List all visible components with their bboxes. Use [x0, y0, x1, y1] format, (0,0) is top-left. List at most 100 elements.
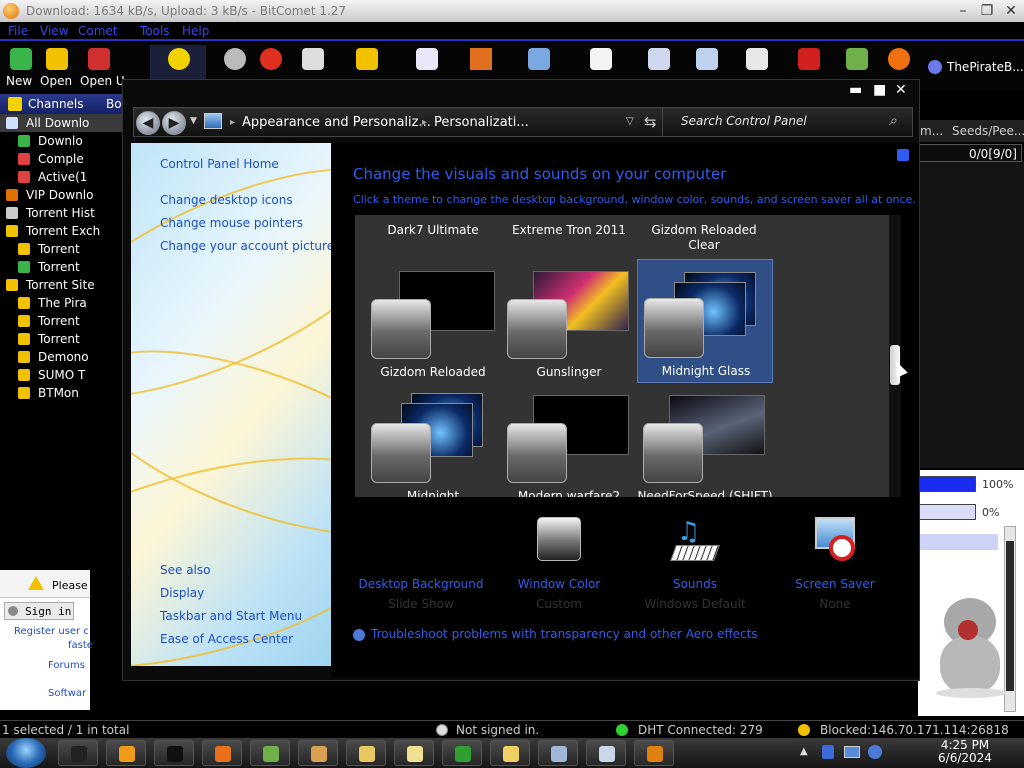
breadcrumb-personalization[interactable]: Personalizati...: [434, 115, 529, 130]
theme-dark7-ultimate[interactable]: Dark7 Ultimate: [365, 223, 501, 237]
sign-in-status[interactable]: Not signed in.: [456, 723, 539, 737]
desktop-background-option[interactable]: Desktop Background Slide Show: [351, 517, 491, 611]
bitcomet-title-bar[interactable]: Download: 1634 kB/s, Upload: 3 kB/s - Bi…: [0, 0, 1024, 22]
sign-in-button[interactable]: Sign in: [4, 602, 74, 620]
taskbar-app-button[interactable]: [298, 740, 338, 766]
breadcrumb-appearance[interactable]: Appearance and Personaliz...: [242, 115, 431, 130]
close-button[interactable]: ✕: [1000, 2, 1022, 20]
sidebar-item-icon: [6, 279, 18, 291]
theme-gallery-scrollbar[interactable]: [889, 215, 901, 497]
taskbar-app-button[interactable]: [634, 740, 674, 766]
display-link[interactable]: Display: [160, 586, 204, 600]
taskbar-app-button[interactable]: [250, 740, 290, 766]
sidebar-item[interactable]: Torrent: [0, 240, 122, 258]
window-color-option[interactable]: Window Color Custom: [489, 517, 629, 611]
open-url-button[interactable]: Open U: [80, 45, 125, 88]
theme-midnight-glass[interactable]: Midnight Glass: [637, 259, 773, 383]
sidebar-item[interactable]: Torrent Hist: [0, 204, 122, 222]
start-button[interactable]: [6, 738, 46, 768]
sidebar-item[interactable]: Demono: [0, 348, 122, 366]
history-dropdown-icon[interactable]: ▼: [190, 116, 197, 126]
show-hidden-icons-icon[interactable]: ▲: [800, 746, 808, 757]
taskbar-app-button[interactable]: [154, 740, 194, 766]
theme-modern-warfare2[interactable]: Modern warfare2: [501, 389, 637, 497]
sidebar-item[interactable]: VIP Downlo: [0, 186, 122, 204]
theme-gizdom-reloaded[interactable]: Gizdom Reloaded: [365, 261, 501, 385]
troubleshoot-link[interactable]: Troubleshoot problems with transparency …: [353, 627, 758, 641]
minimize-button[interactable]: –: [952, 2, 974, 20]
taskbar-app-button[interactable]: [106, 740, 146, 766]
sounds-option[interactable]: ♫ Sounds Windows Default: [625, 517, 765, 611]
taskbar-app-button[interactable]: [442, 740, 482, 766]
change-mouse-pointers-link[interactable]: Change mouse pointers: [160, 216, 303, 230]
taskbar-start-menu-link[interactable]: Taskbar and Start Menu: [160, 609, 302, 623]
maximize-button[interactable]: ❐: [976, 2, 998, 20]
taskbar-clock[interactable]: 4:25 PM 6/6/2024: [910, 739, 1020, 765]
sidebar-item[interactable]: Torrent Exch: [0, 222, 122, 240]
cp-minimize-button[interactable]: ▬: [849, 82, 862, 98]
security-icon[interactable]: [822, 745, 834, 759]
sidebar-item[interactable]: The Pira: [0, 294, 122, 312]
column-header[interactable]: m...: [920, 124, 943, 138]
menu-comet[interactable]: Comet: [78, 24, 118, 38]
theme-midnight[interactable]: Midnight: [365, 389, 501, 497]
sidebar-item[interactable]: Torrent: [0, 258, 122, 276]
screen-saver-option[interactable]: Screen Saver None: [765, 517, 905, 611]
menu-help[interactable]: Help: [182, 24, 209, 38]
sidebar-item[interactable]: BTMon: [0, 384, 122, 402]
sidebar-item[interactable]: Downlo: [0, 132, 122, 150]
search-box[interactable]: Search Control Panel ⌕: [662, 108, 912, 136]
cp-main-content: Change the visuals and sounds on your co…: [331, 143, 919, 678]
task-row[interactable]: 0/0[9/0]: [918, 144, 1022, 162]
sidebar-item[interactable]: Active(1: [0, 168, 122, 186]
tab-channels[interactable]: Channels: [28, 97, 84, 111]
forums-link[interactable]: Forums: [48, 660, 85, 671]
change-desktop-icons-link[interactable]: Change desktop icons: [160, 193, 293, 207]
bitcomet-app-icon: [3, 3, 19, 19]
change-account-picture-link[interactable]: Change your account picture: [160, 239, 331, 253]
checklist-icon: [416, 48, 438, 70]
theme-gizdom-reloaded-clear[interactable]: Gizdom Reloaded Clear: [641, 223, 767, 253]
faster-link[interactable]: faste: [68, 640, 93, 651]
control-panel-home-link[interactable]: Control Panel Home: [160, 157, 279, 171]
theme-extreme-tron[interactable]: Extreme Tron 2011: [501, 223, 637, 237]
sidebar-item-icon: [18, 387, 30, 399]
search-icon[interactable]: ⌕: [889, 113, 897, 129]
tab-bookmarks[interactable]: Bo: [106, 97, 122, 111]
theme-needforspeed-shift[interactable]: NeedForSpeed (SHIFT): [637, 389, 773, 497]
menu-view[interactable]: View: [40, 24, 68, 38]
network-icon[interactable]: [844, 746, 860, 758]
back-button[interactable]: ◀: [136, 111, 160, 135]
open-button[interactable]: Open: [38, 45, 78, 88]
menu-tools[interactable]: Tools: [140, 24, 170, 38]
seeds-peers-header[interactable]: Seeds/Pee...: [952, 124, 1024, 138]
sidebar-item[interactable]: Torrent: [0, 330, 122, 348]
sidebar-item[interactable]: Comple: [0, 150, 122, 168]
taskbar-app-button[interactable]: [202, 740, 242, 766]
volume-icon[interactable]: [868, 745, 882, 759]
help-icon[interactable]: [897, 149, 909, 161]
software-link[interactable]: Softwar: [48, 688, 86, 699]
cp-maximize-button[interactable]: ■: [873, 82, 886, 98]
register-link[interactable]: Register user c: [14, 626, 89, 637]
ease-of-access-link[interactable]: Ease of Access Center: [160, 632, 293, 646]
sidebar-item[interactable]: All Downlo: [0, 114, 122, 132]
sidebar-item[interactable]: Torrent: [0, 312, 122, 330]
cp-close-button[interactable]: ✕: [895, 82, 907, 98]
taskbar-app-button[interactable]: [538, 740, 578, 766]
taskbar-app-button[interactable]: [586, 740, 626, 766]
theme-gunslinger[interactable]: Gunslinger: [501, 261, 637, 385]
menu-file[interactable]: File: [8, 24, 28, 38]
search-input[interactable]: Search Control Panel: [681, 114, 807, 128]
taskbar-app-button[interactable]: [394, 740, 434, 766]
piratebay-tab[interactable]: ThePirateB...: [926, 59, 1024, 77]
address-dropdown-icon[interactable]: ▽: [626, 116, 634, 127]
forward-button[interactable]: ▶: [162, 111, 186, 135]
taskbar-app-button[interactable]: [346, 740, 386, 766]
new-task-button[interactable]: New: [2, 45, 42, 88]
taskbar-app-button[interactable]: [58, 740, 98, 766]
sidebar-item[interactable]: Torrent Site: [0, 276, 122, 294]
refresh-icon[interactable]: ⇆: [644, 113, 657, 131]
taskbar-app-button[interactable]: [490, 740, 530, 766]
sidebar-item[interactable]: SUMO T: [0, 366, 122, 384]
